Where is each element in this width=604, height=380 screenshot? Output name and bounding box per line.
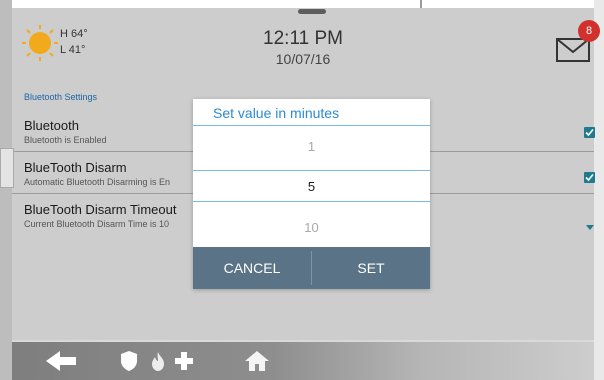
- shield-icon[interactable]: [120, 350, 138, 372]
- fire-icon[interactable]: [150, 350, 166, 372]
- setting-title: BlueTooth Disarm: [24, 160, 127, 175]
- set-button[interactable]: SET: [312, 247, 430, 289]
- clock-time: 12:11 PM: [263, 28, 343, 49]
- picker-selection-line-bottom: [193, 201, 430, 202]
- clock-date: 10/07/16: [275, 51, 331, 67]
- checkmark-icon: [585, 128, 594, 137]
- setting-title: BlueTooth Disarm Timeout: [24, 202, 177, 217]
- dialog-title: Set value in minutes: [213, 105, 340, 121]
- medical-cross-icon[interactable]: [174, 350, 194, 372]
- dialog-title-divider: [193, 125, 430, 126]
- picker-option[interactable]: 1: [193, 139, 430, 154]
- right-edge: [594, 0, 604, 380]
- top-strip: [0, 0, 604, 8]
- setting-title: Bluetooth: [24, 118, 79, 133]
- value-picker-dialog: Set value in minutes 1 5 10 CANCEL SET: [193, 99, 430, 289]
- picker-selection-line-top: [193, 170, 430, 171]
- checkmark-icon: [585, 173, 594, 182]
- setting-subtitle: Current Bluetooth Disarm Time is 10: [24, 219, 170, 229]
- message-count-badge: 8: [578, 20, 600, 42]
- picker-option-selected[interactable]: 5: [193, 179, 430, 194]
- back-arrow-icon[interactable]: [46, 350, 76, 372]
- section-label: Bluetooth Settings: [24, 92, 98, 102]
- cancel-button[interactable]: CANCEL: [193, 247, 311, 289]
- device-frame: H 64° L 41° 12:11 PM 10/07/16 8 Bluetoot…: [0, 0, 604, 380]
- setting-subtitle: Automatic Bluetooth Disarming is En: [24, 177, 171, 187]
- bottom-nav-bar: [12, 342, 594, 380]
- side-tab[interactable]: [0, 148, 14, 188]
- chevron-down-icon[interactable]: [584, 224, 596, 232]
- bluetooth-disarm-checkbox[interactable]: [584, 172, 595, 183]
- top-strip-divider: [420, 0, 422, 8]
- dialog-button-bar: CANCEL SET: [193, 247, 430, 289]
- bluetooth-checkbox[interactable]: [584, 127, 595, 138]
- home-icon[interactable]: [244, 350, 270, 372]
- left-edge: [0, 0, 12, 380]
- picker-option[interactable]: 10: [193, 220, 430, 235]
- setting-subtitle: Bluetooth is Enabled: [24, 135, 107, 145]
- pull-down-handle[interactable]: [298, 9, 326, 14]
